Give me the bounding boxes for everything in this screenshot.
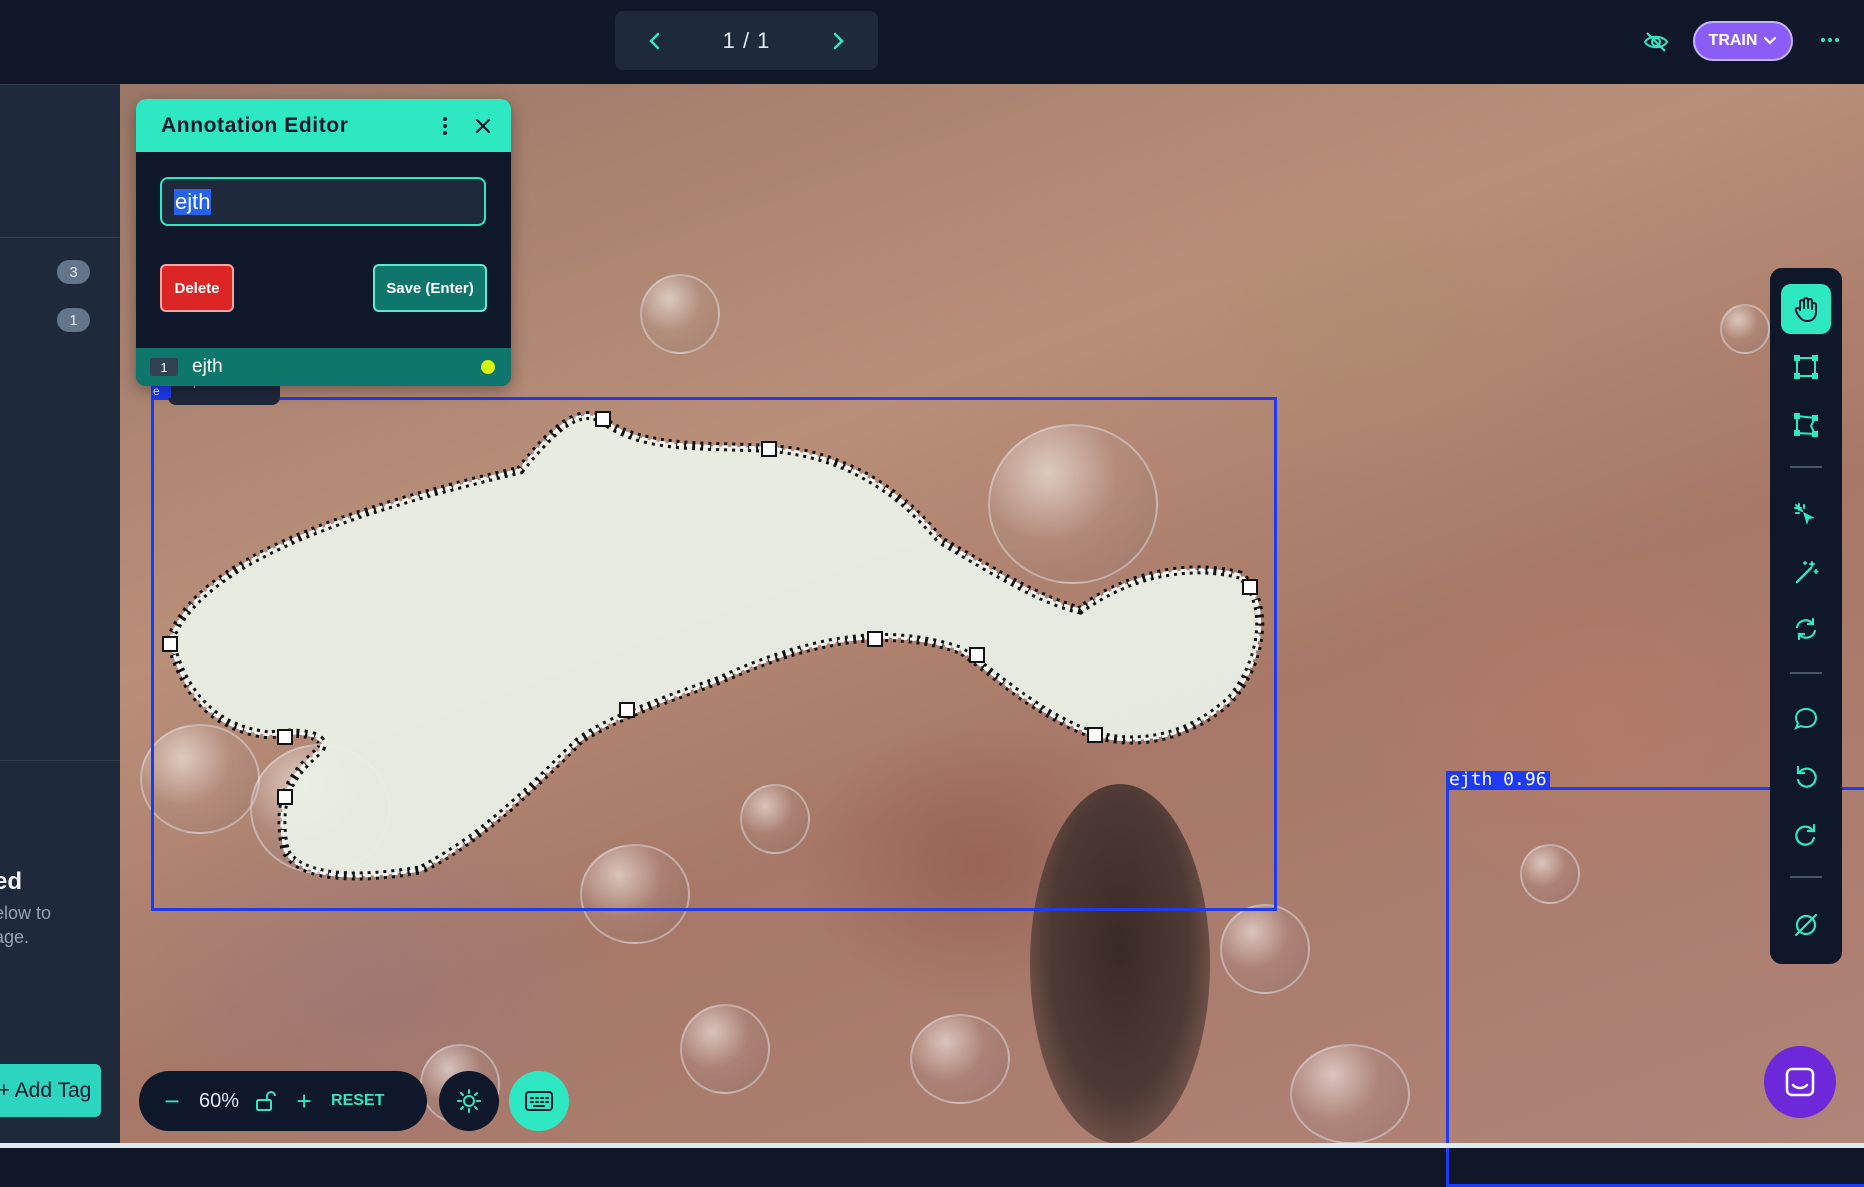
- zoom-out-button[interactable]: −: [161, 1086, 183, 1117]
- class-list-item[interactable]: 1 ejth: [136, 348, 511, 386]
- convert-icon[interactable]: [1781, 604, 1831, 654]
- save-button[interactable]: Save (Enter): [373, 264, 487, 312]
- close-icon[interactable]: [471, 114, 495, 138]
- chat-support-icon[interactable]: [1764, 1046, 1836, 1118]
- null-icon[interactable]: [1781, 900, 1831, 950]
- tool-palette: [1770, 268, 1842, 964]
- lock-open-icon[interactable]: [253, 1089, 277, 1113]
- reset-zoom-button[interactable]: RESET: [331, 1092, 384, 1110]
- more-vertical-icon[interactable]: [433, 114, 457, 138]
- annotation-editor-panel: Annotation Editor ejth Delete Save (Ente…: [136, 99, 511, 386]
- bbox-icon[interactable]: [1781, 342, 1831, 392]
- zoom-level: 60%: [199, 1089, 240, 1112]
- hand-icon[interactable]: [1781, 284, 1831, 334]
- annotation-editor-header: Annotation Editor: [136, 99, 511, 152]
- class-name-input[interactable]: ejth: [160, 177, 486, 226]
- bounding-box[interactable]: [151, 397, 1277, 911]
- redo-icon[interactable]: [1781, 810, 1831, 860]
- class-color-dot: [481, 360, 495, 374]
- class-name-input-value: ejth: [174, 188, 212, 215]
- toolbar-divider: [1790, 672, 1822, 674]
- zoom-controls: − 60% + RESET: [139, 1071, 427, 1131]
- prediction-label: ejth 0.96: [1446, 771, 1550, 789]
- brightness-icon[interactable]: [439, 1071, 499, 1131]
- delete-button[interactable]: Delete: [160, 264, 234, 312]
- polygon-icon[interactable]: [1781, 400, 1831, 450]
- comment-icon[interactable]: [1781, 694, 1831, 744]
- undo-icon[interactable]: [1781, 752, 1831, 802]
- magic-wand-icon[interactable]: [1781, 548, 1831, 598]
- keyboard-icon[interactable]: [509, 1071, 569, 1131]
- bottom-strip: [0, 1143, 1864, 1148]
- smart-select-icon[interactable]: [1781, 490, 1831, 540]
- class-item-number: 1: [150, 358, 178, 376]
- class-item-label: ejth: [192, 356, 223, 377]
- zoom-in-button[interactable]: +: [293, 1086, 315, 1117]
- annotation-editor-title: Annotation Editor: [161, 113, 349, 137]
- bounding-box-tag: e: [151, 384, 171, 398]
- toolbar-divider: [1790, 466, 1822, 468]
- toolbar-divider: [1790, 876, 1822, 878]
